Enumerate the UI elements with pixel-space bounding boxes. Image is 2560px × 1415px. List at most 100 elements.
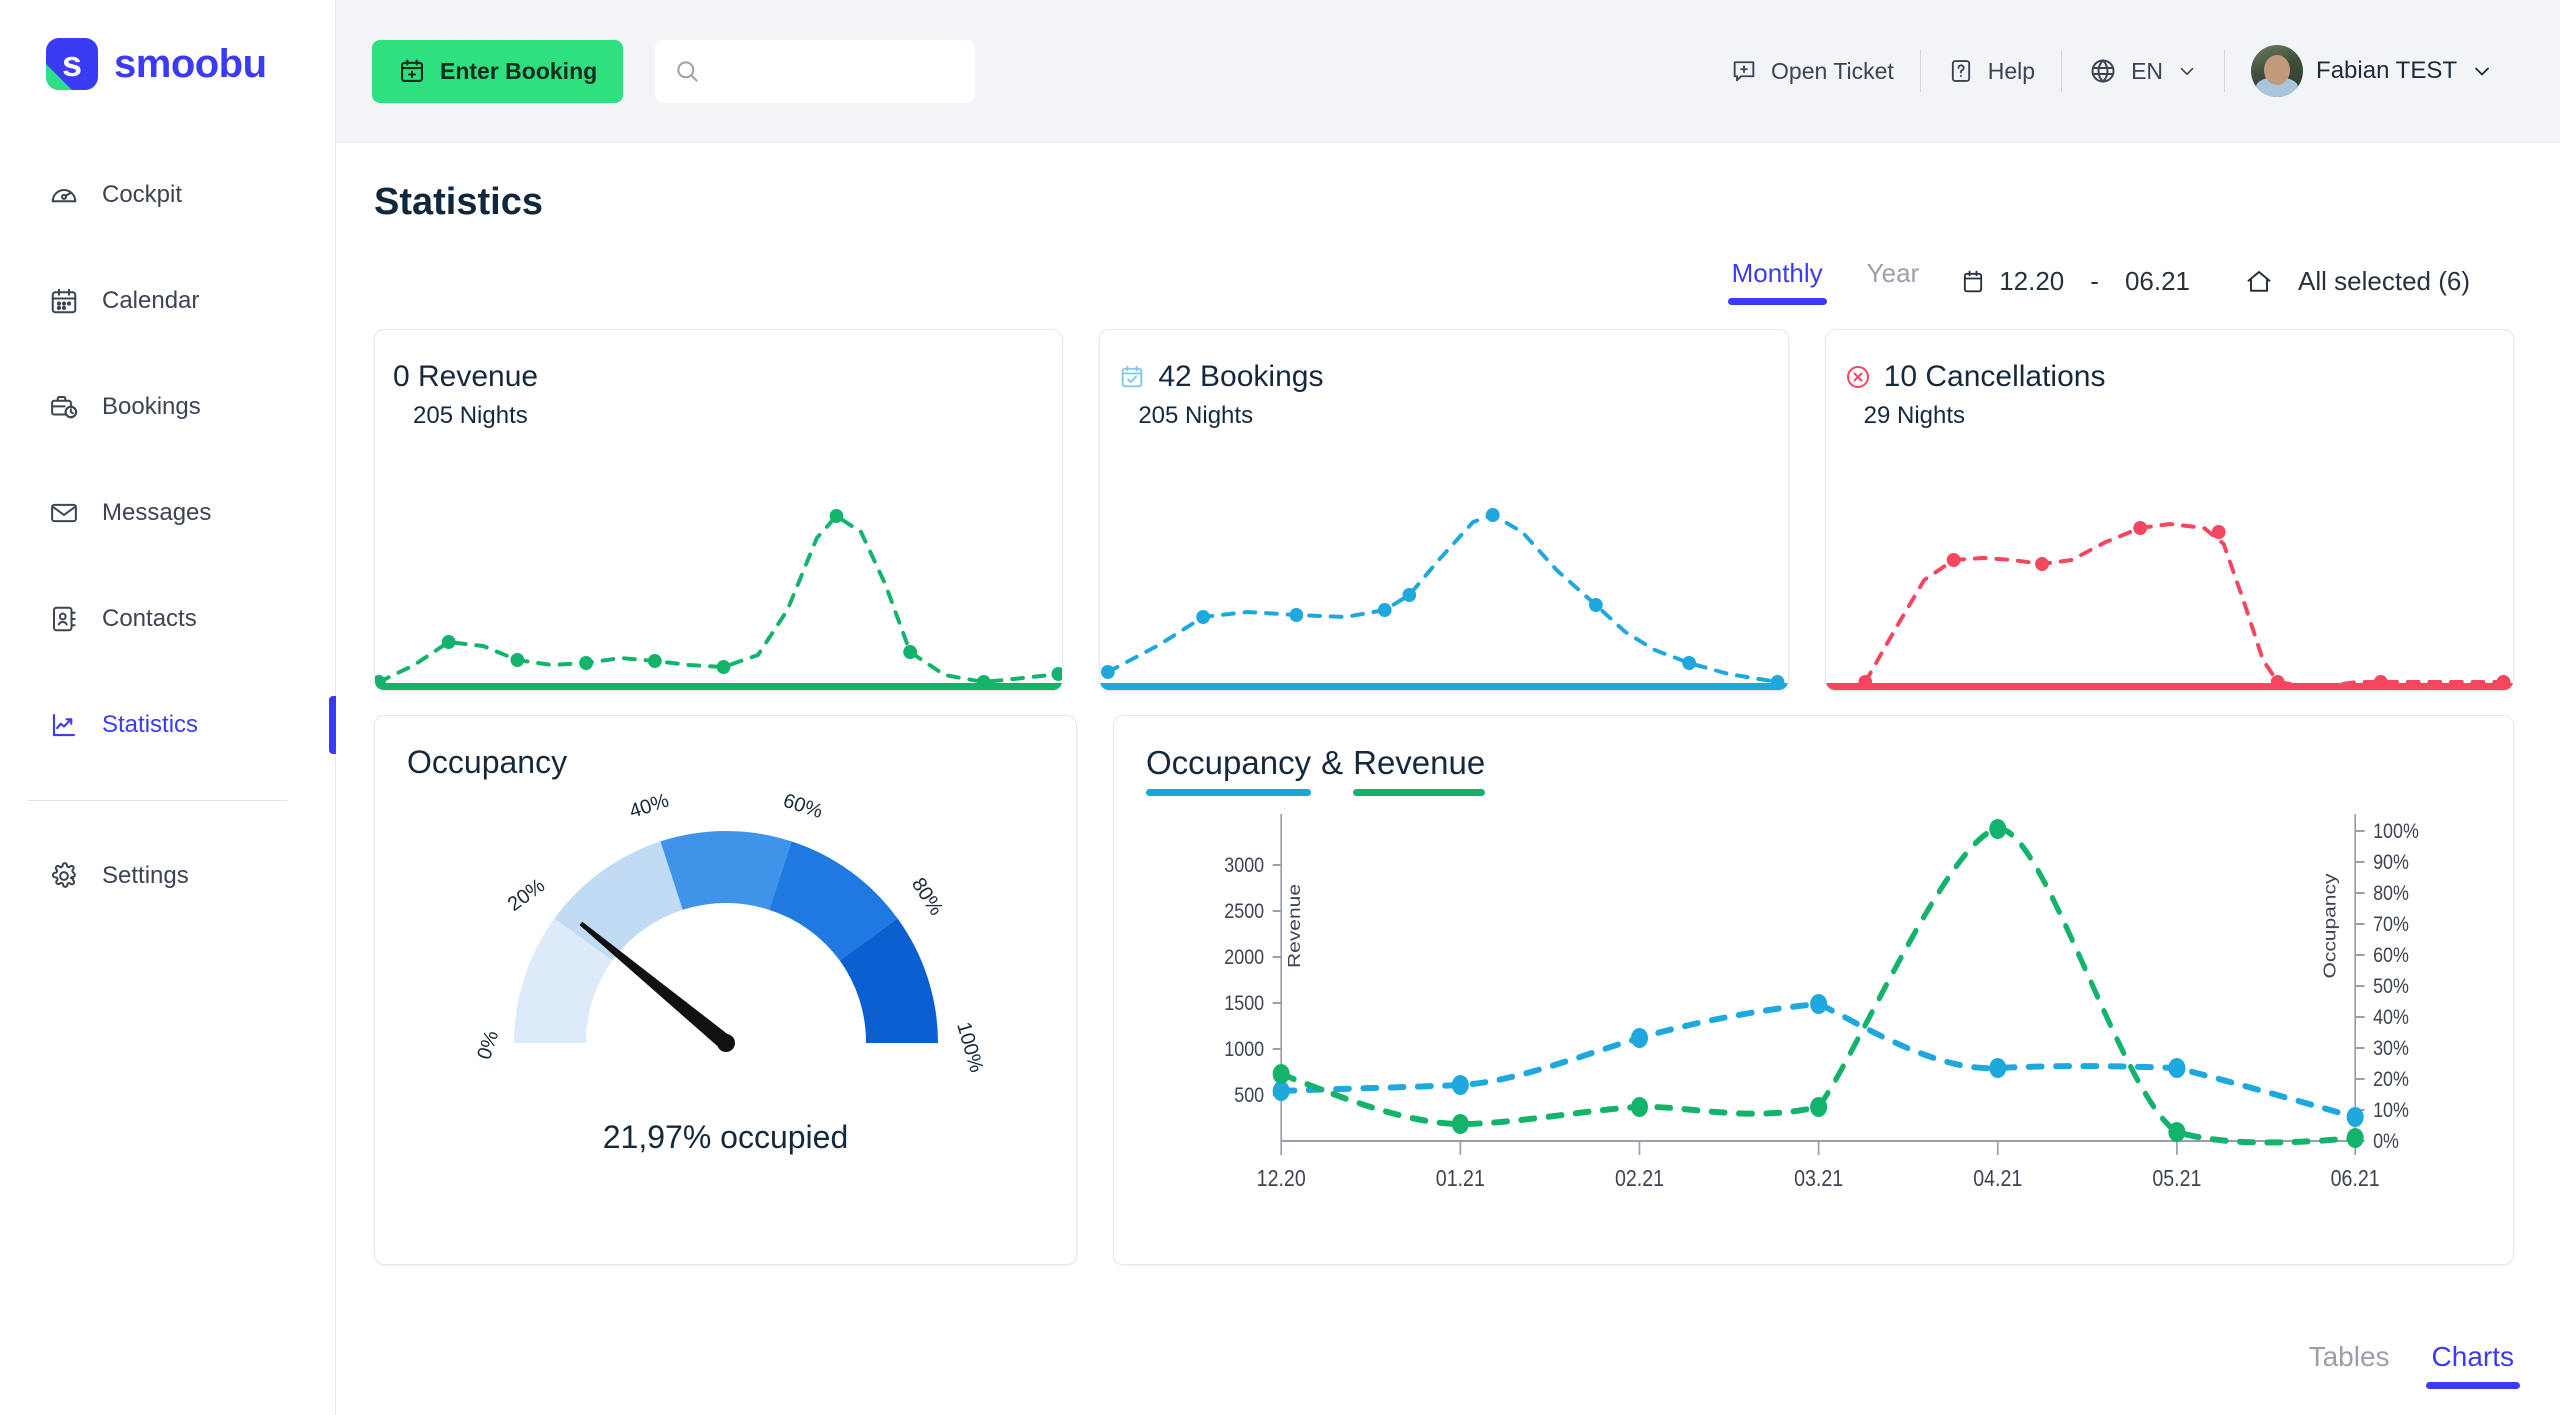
- property-label: All selected (6): [2298, 266, 2470, 296]
- kpi-baseline: [1100, 683, 1788, 690]
- svg-text:30%: 30%: [2373, 1037, 2409, 1061]
- calendar-icon: [48, 285, 80, 317]
- property-selector[interactable]: All selected (6): [2244, 266, 2470, 297]
- user-name-label: Fabian TEST: [2316, 57, 2457, 84]
- language-selector[interactable]: EN: [2062, 49, 2224, 93]
- svg-text:0%: 0%: [473, 1028, 503, 1062]
- kpi-title-row: 10 Cancellations: [1826, 330, 2513, 394]
- svg-text:2000: 2000: [1224, 946, 1264, 970]
- globe-icon: [2088, 56, 2118, 86]
- sidebar-item-label: Messages: [102, 499, 212, 526]
- kpi-subtitle: 205 Nights: [1138, 402, 1254, 429]
- svg-text:0%: 0%: [2373, 1130, 2399, 1154]
- sidebar-item-label: Cockpit: [102, 181, 183, 208]
- occupancy-title: Occupancy: [407, 744, 568, 780]
- svg-text:80%: 80%: [2373, 882, 2409, 906]
- calendar-check-icon: [1118, 363, 1146, 391]
- svg-text:10%: 10%: [2373, 1099, 2409, 1123]
- sidebar-item-cockpit[interactable]: Cockpit: [0, 164, 335, 226]
- svg-text:1000: 1000: [1224, 1038, 1264, 1062]
- search-input[interactable]: [715, 58, 958, 84]
- svg-text:12.20: 12.20: [1257, 1166, 1306, 1192]
- date-to: 06.21: [2124, 266, 2191, 296]
- svg-text:Occupancy: Occupancy: [2320, 873, 2340, 978]
- app-root: s smoobu Cockpit Calendar Bookings Messa…: [0, 0, 2560, 1415]
- briefcase-clock-icon: [48, 391, 80, 423]
- brand-name: smoobu: [114, 41, 267, 86]
- svg-text:20%: 20%: [503, 874, 548, 915]
- kpi-card-bookings[interactable]: 42 Bookings 205 Nights: [1099, 329, 1789, 691]
- kpi-subtitle: 205 Nights: [413, 402, 528, 429]
- content-area: Statistics Monthly Year 12.20 - 06.21 Al…: [336, 143, 2560, 1415]
- kpi-card-cancellations[interactable]: 10 Cancellations 29 Nights: [1824, 329, 2514, 691]
- kpi-card-revenue[interactable]: 0 Revenue 205 Nights: [374, 329, 1064, 691]
- page-title: Statistics: [374, 181, 543, 223]
- sidebar-item-statistics[interactable]: Statistics: [0, 694, 336, 756]
- logo-letter: s: [61, 43, 83, 84]
- tab-monthly[interactable]: Monthly: [1727, 258, 1827, 305]
- kpi-title: 0 Revenue: [393, 360, 539, 393]
- svg-text:60%: 60%: [780, 790, 825, 823]
- sidebar-item-label: Statistics: [102, 711, 199, 738]
- svg-text:20%: 20%: [2373, 1068, 2409, 1092]
- sidebar-item-bookings[interactable]: Bookings: [0, 376, 335, 438]
- sidebar-item-label: Settings: [102, 862, 189, 889]
- calendar-plus-icon: [398, 57, 426, 85]
- svg-text:1500: 1500: [1224, 992, 1264, 1016]
- sidebar-item-messages[interactable]: Messages: [0, 482, 335, 544]
- svg-text:70%: 70%: [2373, 913, 2409, 937]
- chevron-down-icon: [2176, 60, 2198, 82]
- line-chart-icon: [48, 709, 80, 741]
- occupancy-revenue-chart: 500 1000 1500 2000 2500 3000 Revenue 0% …: [1114, 796, 2513, 1226]
- kpi-baseline: [375, 683, 1063, 690]
- active-indicator: [329, 696, 336, 754]
- occupancy-gauge: 0% 20% 40% 60% 80% 100%: [375, 785, 1076, 1115]
- calendar-icon: [1959, 268, 1987, 296]
- circle-x-icon: [1844, 363, 1872, 391]
- occupancy-value-label: 21,97% occupied: [602, 1119, 849, 1155]
- legend-occupancy: Occupancy: [1146, 744, 1312, 796]
- cancellations-sparkline-chart: [1826, 460, 2513, 690]
- speedometer-icon: [48, 179, 80, 211]
- tab-charts[interactable]: Charts: [2425, 1341, 2521, 1389]
- kpi-title: 10 Cancellations: [1883, 360, 2106, 393]
- open-ticket-button[interactable]: Open Ticket: [1704, 49, 1920, 93]
- sidebar-item-calendar[interactable]: Calendar: [0, 270, 335, 332]
- date-separator: -: [2090, 266, 2099, 296]
- kpi-title-row: 42 Bookings: [1100, 330, 1787, 394]
- svg-text:01.21: 01.21: [1436, 1166, 1485, 1192]
- svg-text:3000: 3000: [1224, 854, 1264, 878]
- search-box[interactable]: [655, 39, 976, 103]
- revenue-sparkline-chart: [375, 460, 1063, 690]
- contact-book-icon: [48, 603, 80, 635]
- svg-text:100%: 100%: [2373, 820, 2419, 844]
- tab-tables[interactable]: Tables: [2309, 1341, 2390, 1389]
- help-button[interactable]: Help: [1921, 49, 2061, 93]
- sidebar-item-contacts[interactable]: Contacts: [0, 588, 335, 650]
- svg-text:80%: 80%: [906, 874, 946, 920]
- kpi-title-row: 0 Revenue: [375, 330, 1062, 394]
- svg-text:40%: 40%: [2373, 1006, 2409, 1030]
- view-mode-tabs: Tables Charts: [2309, 1341, 2521, 1389]
- top-right-actions: Open Ticket Help EN Fabian TEST: [1704, 40, 2520, 103]
- help-label: Help: [1987, 57, 2036, 84]
- home-icon: [2244, 267, 2274, 297]
- kpi-baseline: [1825, 683, 2513, 690]
- brand-logo[interactable]: s smoobu: [0, 0, 335, 90]
- sidebar-item-label: Calendar: [102, 287, 200, 314]
- svg-text:50%: 50%: [2373, 975, 2409, 999]
- title-ampersand: &: [1321, 744, 1344, 781]
- tab-year[interactable]: Year: [1863, 258, 1924, 305]
- smoobu-logo-icon: s: [46, 38, 98, 90]
- open-ticket-label: Open Ticket: [1771, 57, 1894, 84]
- sidebar-item-label: Bookings: [102, 393, 201, 420]
- sidebar-divider: [28, 800, 287, 801]
- enter-booking-button[interactable]: Enter Booking: [372, 39, 624, 103]
- date-range-picker[interactable]: 12.20 - 06.21: [1959, 266, 2190, 297]
- sidebar: s smoobu Cockpit Calendar Bookings Messa…: [0, 0, 336, 1415]
- sidebar-item-settings[interactable]: Settings: [0, 845, 335, 907]
- legend-revenue: Revenue: [1353, 744, 1486, 796]
- user-menu[interactable]: Fabian TEST: [2225, 45, 2520, 97]
- svg-text:06.21: 06.21: [2331, 1166, 2380, 1192]
- sidebar-nav: Cockpit Calendar Bookings Messages Conta…: [0, 164, 336, 907]
